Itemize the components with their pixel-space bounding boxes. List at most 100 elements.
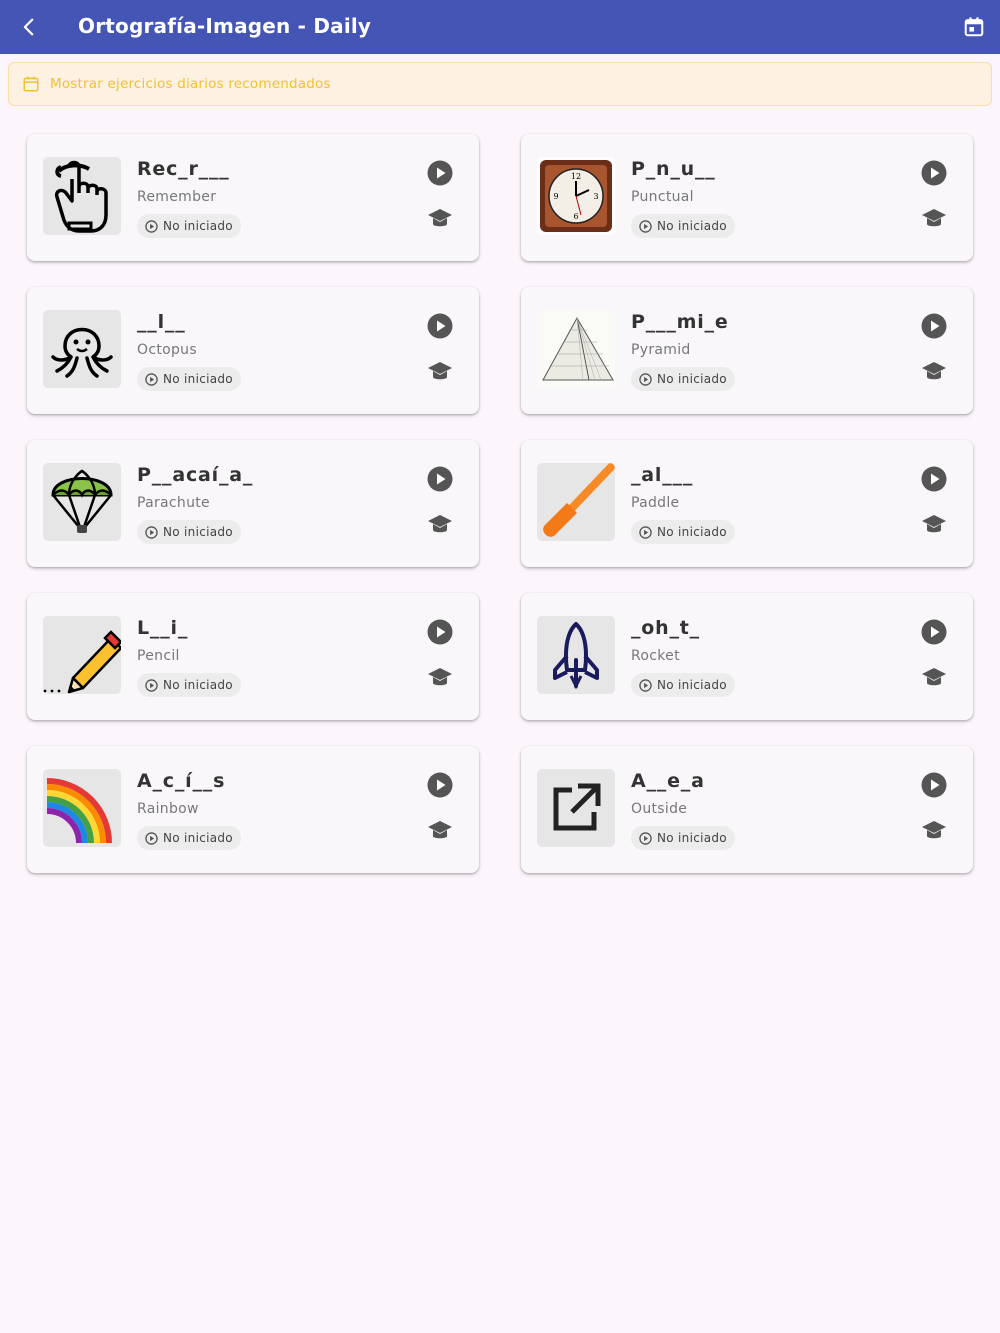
calendar-button[interactable] <box>960 13 988 41</box>
learn-button[interactable] <box>427 514 453 536</box>
play-button[interactable] <box>427 772 453 798</box>
exercise-image <box>537 769 615 847</box>
exercise-translation: Octopus <box>137 342 197 358</box>
exercise-card[interactable]: _oh_t_ Rocket No iniciado <box>521 593 973 720</box>
paddle-icon <box>537 463 615 541</box>
app-bar: Ortografía-Imagen - Daily <box>0 0 1000 54</box>
rainbow-icon <box>45 771 119 845</box>
exercise-word: A_c_í__s <box>137 770 226 792</box>
calendar-icon <box>964 17 984 37</box>
learn-button[interactable] <box>921 361 947 383</box>
play-button[interactable] <box>427 466 453 492</box>
exercise-word: _al___ <box>631 464 694 486</box>
exercise-word: P___mi_e <box>631 311 729 333</box>
play-circle-outline-icon <box>145 525 158 539</box>
back-button[interactable] <box>14 12 44 42</box>
exercise-card[interactable]: A__e_a Outside No iniciado <box>521 746 973 873</box>
graduation-cap-icon <box>921 514 947 536</box>
learn-button[interactable] <box>427 820 453 842</box>
play-button[interactable] <box>427 619 453 645</box>
play-button[interactable] <box>921 160 947 186</box>
exercise-card[interactable]: P___mi_e Pyramid No iniciado <box>521 287 973 414</box>
svg-text:9: 9 <box>553 192 558 201</box>
pencil-icon <box>43 616 121 694</box>
learn-button[interactable] <box>427 208 453 230</box>
exercise-word: L__i_ <box>137 617 189 639</box>
learn-button[interactable] <box>921 514 947 536</box>
pyramid-sketch-image <box>537 310 615 388</box>
status-badge: No iniciado <box>631 520 735 544</box>
status-badge: No iniciado <box>137 214 241 238</box>
learn-button[interactable] <box>427 361 453 383</box>
exercise-word: Rec_r___ <box>137 158 230 180</box>
status-text: No iniciado <box>657 372 727 386</box>
exercise-image: 12 3 6 9 <box>537 157 615 235</box>
play-button[interactable] <box>427 313 453 339</box>
svg-text:6: 6 <box>573 212 578 221</box>
calendar-icon <box>23 76 39 92</box>
learn-button[interactable] <box>921 667 947 689</box>
exercise-card[interactable]: A_c_í__s Rainbow No iniciado <box>27 746 479 873</box>
exercise-card[interactable]: L__i_ Pencil No iniciado <box>27 593 479 720</box>
play-circle-icon <box>427 466 453 492</box>
exercise-card[interactable]: _al___ Paddle No iniciado <box>521 440 973 567</box>
graduation-cap-icon <box>921 667 947 689</box>
exercise-translation: Outside <box>631 801 688 817</box>
play-circle-outline-icon <box>639 831 652 845</box>
play-button[interactable] <box>921 466 947 492</box>
exercise-card[interactable]: 12 3 6 9 P_n_u__ Punctual No iniciado <box>521 134 973 261</box>
learn-button[interactable] <box>921 208 947 230</box>
play-circle-outline-icon <box>145 831 158 845</box>
status-badge: No iniciado <box>631 367 735 391</box>
status-badge: No iniciado <box>631 214 735 238</box>
play-circle-icon <box>427 772 453 798</box>
page-title: Ortografía-Imagen - Daily <box>78 14 372 38</box>
status-text: No iniciado <box>657 678 727 692</box>
play-button[interactable] <box>921 313 947 339</box>
exercise-card[interactable]: P__acaí_a_ Parachute No iniciado <box>27 440 479 567</box>
exercise-image <box>43 616 121 694</box>
learn-button[interactable] <box>427 667 453 689</box>
daily-recommendations-banner[interactable]: Mostrar ejercicios diarios recomendados <box>8 62 992 106</box>
graduation-cap-icon <box>427 514 453 536</box>
play-button[interactable] <box>921 772 947 798</box>
svg-text:12: 12 <box>571 172 581 181</box>
exercise-translation: Pencil <box>137 648 180 664</box>
learn-button[interactable] <box>921 820 947 842</box>
exercise-translation: Pyramid <box>631 342 691 358</box>
graduation-cap-icon <box>427 820 453 842</box>
exercise-image <box>537 616 615 694</box>
exercise-word: __l__ <box>137 311 186 333</box>
status-text: No iniciado <box>163 372 233 386</box>
play-button[interactable] <box>921 619 947 645</box>
exercise-image <box>43 463 121 541</box>
exercise-image <box>537 310 615 388</box>
play-circle-icon <box>921 619 947 645</box>
play-circle-icon <box>427 160 453 186</box>
status-badge: No iniciado <box>137 673 241 697</box>
exercise-word: A__e_a <box>631 770 705 792</box>
play-circle-icon <box>921 772 947 798</box>
exercise-card[interactable]: Rec_r___ Remember No iniciado <box>27 134 479 261</box>
status-badge: No iniciado <box>137 826 241 850</box>
play-circle-outline-icon <box>639 372 652 386</box>
rocket-icon <box>543 620 609 690</box>
play-circle-icon <box>427 313 453 339</box>
parachute-icon <box>49 467 115 537</box>
play-circle-outline-icon <box>145 372 158 386</box>
play-circle-icon <box>921 313 947 339</box>
play-circle-outline-icon <box>145 219 158 233</box>
graduation-cap-icon <box>921 820 947 842</box>
play-circle-icon <box>921 466 947 492</box>
status-badge: No iniciado <box>137 367 241 391</box>
exercise-translation: Rainbow <box>137 801 199 817</box>
exercise-card[interactable]: __l__ Octopus No iniciado <box>27 287 479 414</box>
play-button[interactable] <box>427 160 453 186</box>
exercise-image <box>43 310 121 388</box>
exercise-translation: Rocket <box>631 648 680 664</box>
exercise-word: _oh_t_ <box>631 617 700 639</box>
play-circle-icon <box>427 619 453 645</box>
play-circle-outline-icon <box>639 678 652 692</box>
banner-text: Mostrar ejercicios diarios recomendados <box>50 76 331 92</box>
status-text: No iniciado <box>657 525 727 539</box>
